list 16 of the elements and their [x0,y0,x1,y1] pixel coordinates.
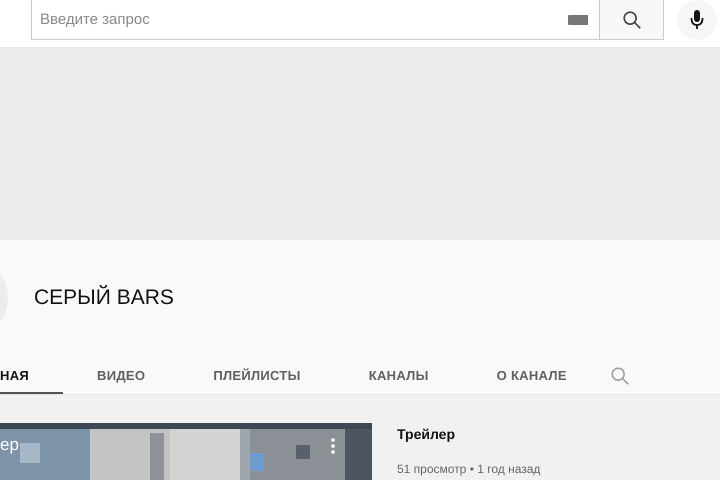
microphone-button[interactable] [677,0,717,40]
video-meta: 51 просмотр • 1 год назад [397,462,540,476]
channel-tab[interactable]: ПЛЕЙЛИСТЫ [179,356,335,394]
channel-tab[interactable]: НАЯ [0,356,64,394]
video-overlay-title: ер [0,435,19,455]
channel-name: СЕРЫЙ BARS [34,286,174,310]
search-field[interactable]: Введите запрос [31,0,600,40]
channel-tab[interactable]: ВИДЕО [63,356,180,394]
search-button[interactable] [600,0,664,40]
search-icon [620,8,642,30]
video-title[interactable]: Трейлер [397,426,540,442]
more-options-icon[interactable] [330,437,336,455]
microphone-icon [690,9,704,31]
channel-tab[interactable]: КАНАЛЫ [334,356,463,394]
search-icon[interactable] [608,364,631,386]
channel-tab[interactable]: О КАНАЛЕ [462,356,601,394]
